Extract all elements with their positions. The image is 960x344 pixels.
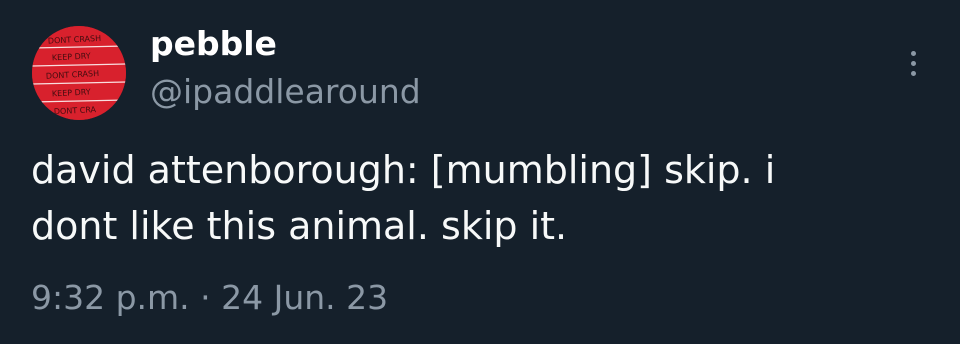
user-handle[interactable]: @ipaddlearound: [150, 70, 421, 114]
display-name[interactable]: pebble: [150, 22, 277, 66]
more-dot: [910, 60, 916, 66]
more-dot: [910, 70, 916, 76]
tweet-timestamp[interactable]: 9:32 p.m. · 24 Jun. 23: [31, 276, 388, 320]
tweet-text: david attenborough: [mumbling] skip. i d…: [31, 148, 776, 248]
tweet-card: DONT CRASH KEEP DRY DONT CRASH KEEP DRY …: [0, 0, 960, 344]
avatar[interactable]: DONT CRASH KEEP DRY DONT CRASH KEEP DRY …: [32, 26, 126, 120]
avatar-tape-icon: DONT CRASH KEEP DRY DONT CRASH KEEP DRY …: [32, 26, 126, 120]
more-dot: [910, 50, 916, 56]
more-options-icon[interactable]: [896, 42, 930, 84]
